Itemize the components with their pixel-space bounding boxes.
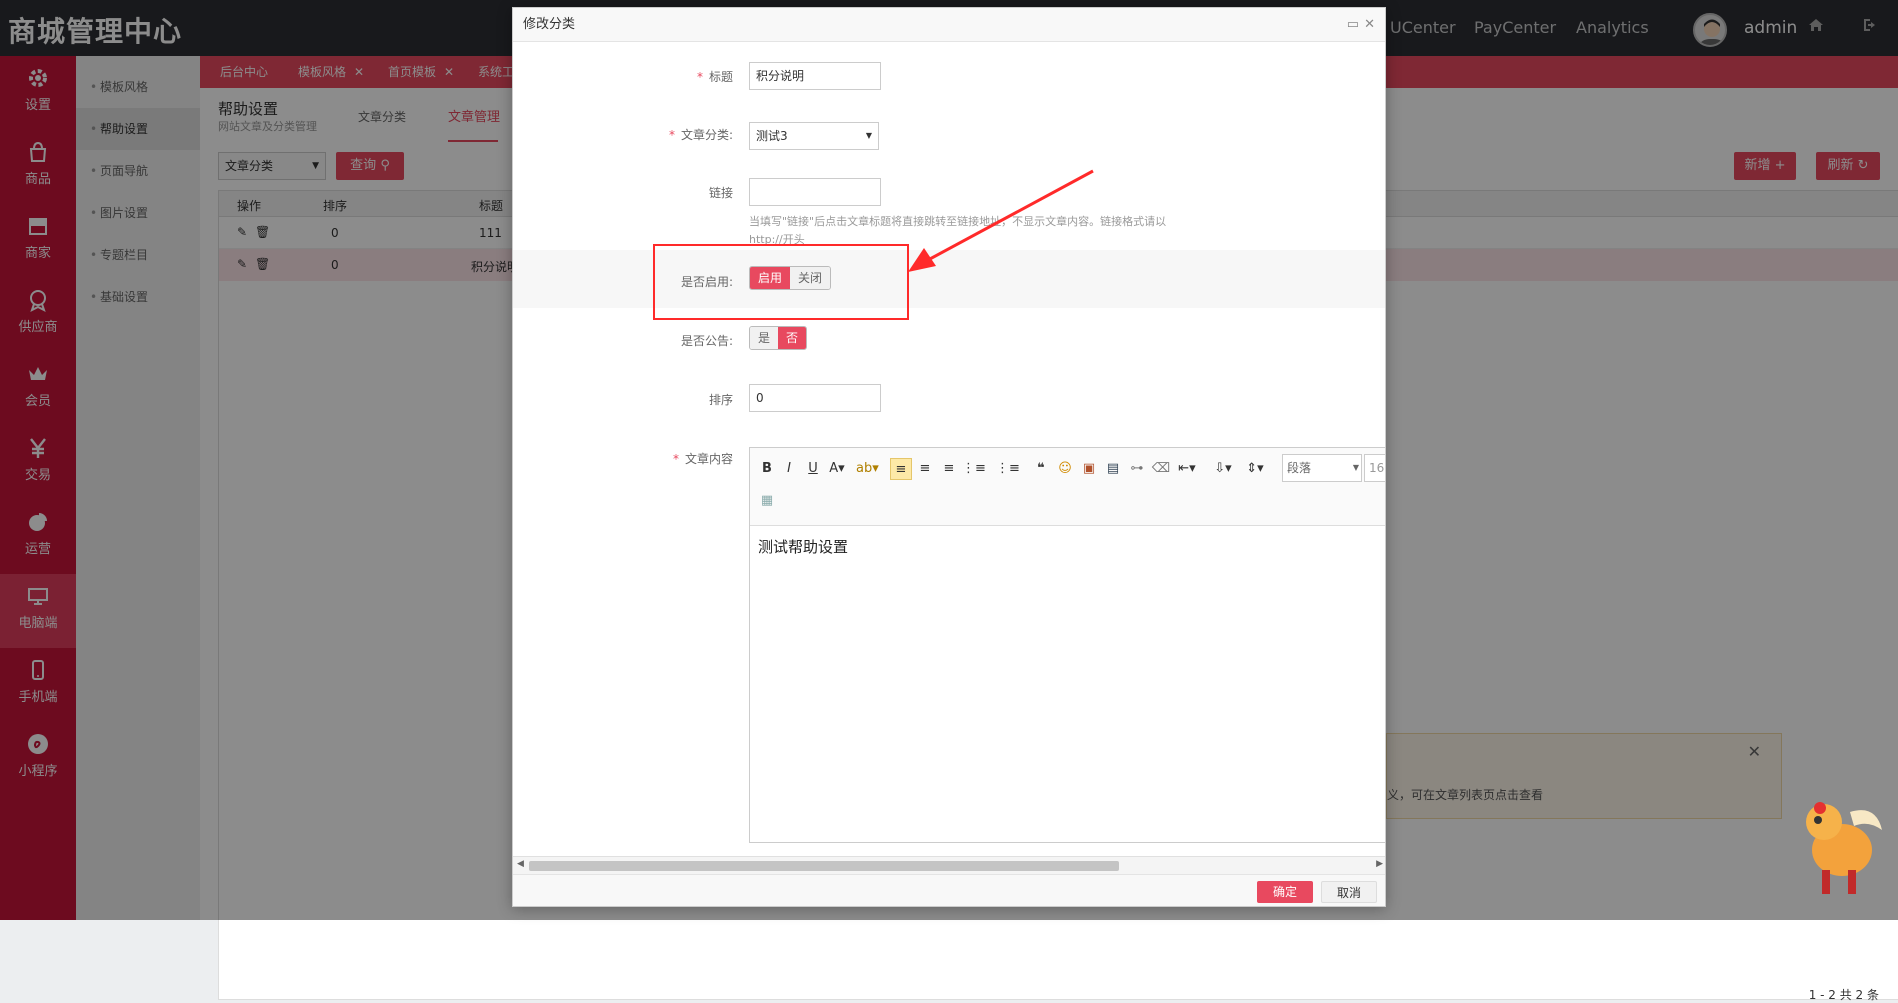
link-label: 链接 [708,186,733,200]
sort-input[interactable]: 0 [749,384,881,412]
notice-yes-option[interactable]: 是 [750,327,779,349]
numbered-list-icon[interactable]: ⋮≡ [996,458,1020,480]
emoji-icon[interactable]: ☺ [1054,458,1076,480]
editor-content[interactable]: 测试帮助设置 [758,536,848,557]
align-center-icon[interactable]: ≡ [914,458,936,480]
link-icon[interactable]: ⊶ [1126,458,1148,480]
line-height-icon[interactable]: ⇕▾ [1244,458,1266,480]
font-color-icon[interactable]: A▾ [826,458,848,480]
bold-icon[interactable]: B [756,458,778,480]
eraser-icon[interactable]: ⌫ [1150,458,1172,480]
italic-icon[interactable]: I [778,458,800,480]
annotation-arrow [908,169,1094,272]
align-right-icon[interactable]: ≡ [938,458,960,480]
image-icon[interactable]: ▣ [1078,458,1100,480]
sort-label: 排序 [708,393,733,407]
annotation-highlight-box [653,244,909,320]
scrollbar-thumb[interactable] [529,861,1119,871]
notice-label: 是否公告: [680,334,733,348]
highlight-icon[interactable]: ab▾ [856,458,879,480]
pager-info: 1 - 2 共 2 条 [1808,988,1879,1002]
align-left-icon[interactable]: ≡ [890,458,912,480]
title-label: * 标题 [696,70,733,84]
link-input[interactable] [749,178,881,206]
rich-text-editor[interactable]: B I U A▾ ab▾ ≡ ≡ ≡ ⋮≡ ⋮≡ ❝ ☺ ▣ ▤ ⊶ ⌫ ⇤▾ … [749,447,1385,843]
dialog-title: 修改分类 [523,17,576,32]
font-size-select[interactable]: 16p [1364,454,1385,482]
underline-icon[interactable]: U [802,458,824,480]
category-label: * 文章分类: [668,128,733,142]
title-input[interactable]: 积分说明 [749,62,881,90]
edit-article-dialog: 修改分类 ▭ ✕ * 标题 积分说明 * 文章分类: 测试3 ▼ 链接 当填写"链接"… [512,7,1386,907]
notice-no-option[interactable]: 否 [778,327,807,349]
category-select[interactable]: 测试3 ▼ [749,122,879,150]
horizontal-scrollbar[interactable]: ◀ ▶ [513,856,1385,874]
cancel-button[interactable]: 取消 [1321,881,1377,903]
dialog-footer: 确定 取消 [513,874,1385,906]
indent-icon[interactable]: ⇤▾ [1176,458,1198,480]
bullet-list-icon[interactable]: ⋮≡ [962,458,986,480]
quote-icon[interactable]: ❝ [1030,458,1052,480]
scroll-right-icon[interactable]: ▶ [1376,859,1383,869]
confirm-button[interactable]: 确定 [1257,881,1313,903]
close-icon[interactable]: ✕ [1364,8,1375,42]
scroll-left-icon[interactable]: ◀ [517,859,524,869]
maximize-icon[interactable]: ▭ [1347,8,1359,42]
table-icon[interactable]: ▦ [756,490,778,512]
notice-toggle[interactable]: 是 否 [749,326,808,350]
valign-icon[interactable]: ⇩▾ [1212,458,1234,480]
video-icon[interactable]: ▤ [1102,458,1124,480]
editor-toolbar: B I U A▾ ab▾ ≡ ≡ ≡ ⋮≡ ⋮≡ ❝ ☺ ▣ ▤ ⊶ ⌫ ⇤▾ … [750,448,1385,526]
mascot-image [1790,790,1886,902]
paragraph-select[interactable]: 段落 ▼ [1282,454,1362,482]
content-label: * 文章内容 [672,452,733,466]
dialog-header: 修改分类 ▭ ✕ [513,8,1385,42]
dialog-body: * 标题 积分说明 * 文章分类: 测试3 ▼ 链接 当填写"链接"后点击文章标题将直… [513,42,1385,862]
